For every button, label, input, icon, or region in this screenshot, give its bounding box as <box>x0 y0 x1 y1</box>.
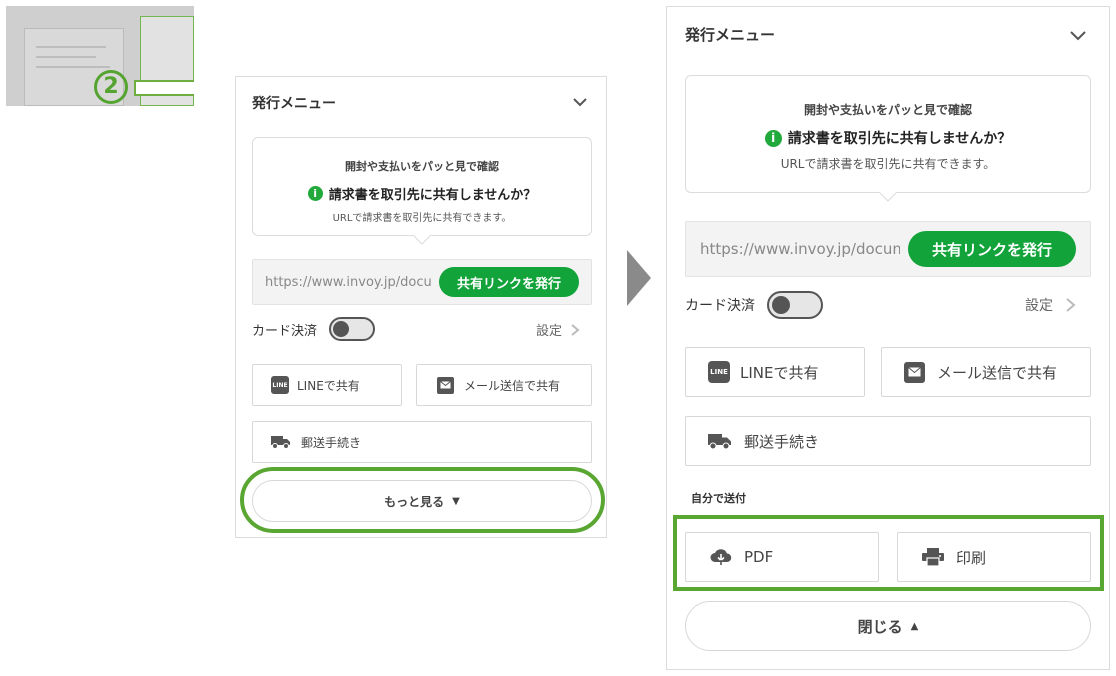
card-payment-toggle[interactable] <box>767 291 823 319</box>
promo-main-label: 請求書を取引先に共有しませんか？ <box>787 131 1012 147</box>
mail-icon <box>904 361 925 383</box>
postal-label: 郵送手続き <box>744 432 820 451</box>
issue-share-link-button[interactable]: 共有リンクを発行 <box>439 267 579 297</box>
step-number-badge: 2 <box>94 70 128 104</box>
panel-title: 発行メニュー <box>685 26 776 44</box>
postal-label: 郵送手続き <box>301 435 362 450</box>
line-icon: LINE <box>708 361 730 383</box>
info-icon: i <box>764 129 782 147</box>
info-icon: i <box>307 186 323 201</box>
postal-button[interactable]: 郵送手続き <box>685 416 1091 466</box>
line-share-label: LINEで共有 <box>297 378 360 393</box>
card-payment-label: カード決済 <box>685 298 755 314</box>
postal-button[interactable]: 郵送手続き <box>252 421 592 463</box>
line-share-button[interactable]: LINE LINEで共有 <box>685 347 865 397</box>
issue-share-link-button[interactable]: 共有リンクを発行 <box>908 231 1076 267</box>
close-label: 閉じる <box>857 617 903 636</box>
promo-main-label: 請求書を取引先に共有しませんか？ <box>328 188 537 203</box>
truck-icon <box>708 433 731 449</box>
share-promo-bubble: 開封や支払いをパッと見で確認 i 請求書を取引先に共有しませんか？ URLで請求… <box>685 75 1091 193</box>
share-url-row: https://www.invoy.jp/documents 共有リンクを発行 <box>252 259 592 305</box>
chevron-down-icon[interactable] <box>572 97 588 107</box>
line-icon: LINE <box>271 376 289 394</box>
card-payment-row: カード決済 <box>252 317 376 341</box>
chevron-right-icon <box>1066 298 1076 312</box>
truck-icon <box>271 436 290 449</box>
mail-share-label: メール送信で共有 <box>937 363 1058 382</box>
mail-share-button[interactable]: メール送信で共有 <box>416 364 592 406</box>
mail-icon <box>437 376 454 394</box>
toggle-knob <box>772 296 790 314</box>
promo-main-text: i 請求書を取引先に共有しませんか？ <box>253 184 591 203</box>
card-payment-label: カード決済 <box>252 323 318 339</box>
card-payment-row: カード決済 <box>685 291 823 319</box>
caret-up-icon: ▲ <box>910 620 919 632</box>
promo-sub-text: URLで請求書を取引先に共有できます。 <box>780 157 996 171</box>
thumbnail-line <box>36 46 106 48</box>
card-payment-toggle[interactable] <box>329 317 376 341</box>
promo-sub-text: URLで請求書を取引先に共有できます。 <box>332 213 512 224</box>
line-share-label: LINEで共有 <box>740 363 819 382</box>
step-thumbnail: 2 <box>6 6 194 106</box>
promo-main-text: i 請求書を取引先に共有しませんか？ <box>686 128 1090 148</box>
share-url-row: https://www.invoy.jp/documents 共有リンクを発行 <box>685 221 1091 277</box>
mail-share-label: メール送信で共有 <box>464 378 561 393</box>
settings-label: 設定 <box>536 324 563 339</box>
promo-top-text: 開封や支払いをパッと見で確認 <box>345 160 499 173</box>
mail-share-button[interactable]: メール送信で共有 <box>881 347 1091 397</box>
settings-label: 設定 <box>1025 298 1053 314</box>
share-url-field[interactable]: https://www.invoy.jp/documents <box>700 240 900 258</box>
settings-link[interactable]: 設定 <box>536 320 580 339</box>
next-step-arrow <box>627 250 651 306</box>
panel-title: 発行メニュー <box>252 96 336 112</box>
settings-link[interactable]: 設定 <box>1025 295 1077 315</box>
self-send-section-label: 自分で送付 <box>691 492 746 505</box>
thumbnail-highlight <box>134 80 194 96</box>
line-share-button[interactable]: LINE LINEで共有 <box>252 364 402 406</box>
promo-top-text: 開封や支払いをパッと見で確認 <box>803 103 972 117</box>
share-url-field[interactable]: https://www.invoy.jp/documents <box>265 275 431 290</box>
highlight-rect <box>673 515 1104 591</box>
toggle-knob <box>333 321 350 337</box>
chevron-right-icon <box>571 323 580 336</box>
highlight-ring <box>240 467 605 533</box>
share-promo-bubble: 開封や支払いをパッと見で確認 i 請求書を取引先に共有しませんか？ URLで請求… <box>252 137 592 236</box>
chevron-down-icon[interactable] <box>1069 30 1087 41</box>
thumbnail-line <box>36 56 96 58</box>
thumbnail-line <box>36 66 110 68</box>
close-button[interactable]: 閉じる ▲ <box>685 601 1091 651</box>
